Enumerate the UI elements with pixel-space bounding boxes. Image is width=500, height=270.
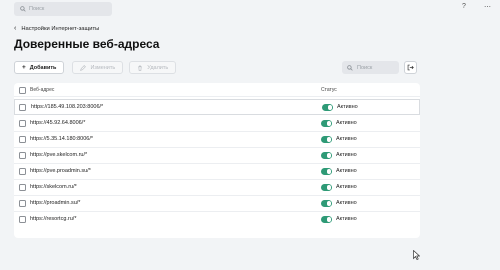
- row-url: https://5.35.14.180:8006/*: [30, 136, 93, 142]
- delete-button-label: Удалить: [147, 64, 169, 71]
- row-url: https://pve.proadmin.su/*: [30, 168, 91, 174]
- add-button[interactable]: + Добавить: [14, 61, 65, 74]
- row-status: Активно: [336, 136, 357, 142]
- row-checkbox[interactable]: [19, 216, 26, 223]
- column-header-status: Статус: [321, 87, 337, 93]
- table-row[interactable]: https://skelcom.ru/* Активно: [14, 180, 420, 196]
- delete-button[interactable]: Удалить: [129, 61, 177, 74]
- back-link[interactable]: ‹ Настройки Интернет-защиты: [14, 25, 99, 32]
- row-url: https://proadmin.su/*: [30, 200, 81, 206]
- top-bar: Поиск ? ⋯: [0, 0, 500, 18]
- search-icon: [20, 6, 26, 12]
- row-status: Активно: [336, 152, 357, 158]
- table-search-placeholder: Поиск: [357, 64, 373, 71]
- table-row[interactable]: https://185.49.108.203:8006/* Активно: [14, 99, 420, 115]
- table-row[interactable]: https://5.35.14.180:8006/* Активно: [14, 132, 420, 148]
- status-toggle[interactable]: [321, 200, 332, 207]
- table-header: Веб-адрес Статус: [14, 83, 420, 97]
- toolbar: + Добавить Изменить Удалить: [14, 61, 177, 74]
- row-status: Активно: [336, 184, 357, 190]
- search-icon: [347, 64, 353, 71]
- global-search-input[interactable]: Поиск: [14, 2, 112, 16]
- column-header-url: Веб-адрес: [30, 87, 55, 93]
- row-url: https://45.92.64.8006/*: [30, 120, 86, 126]
- row-url: https://skelcom.ru/*: [30, 184, 77, 190]
- row-checkbox[interactable]: [19, 200, 26, 207]
- back-link-label: Настройки Интернет-защиты: [21, 25, 100, 32]
- back-chevron-icon: ‹: [14, 25, 17, 32]
- trash-icon: [138, 65, 143, 71]
- add-button-label: Добавить: [29, 64, 57, 71]
- table-row[interactable]: https://pve.skelcom.ru/* Активно: [14, 148, 420, 164]
- addresses-table: Веб-адрес Статус https://185.49.108.203:…: [14, 83, 420, 238]
- row-url: https://185.49.108.203:8006/*: [31, 104, 104, 110]
- table-row[interactable]: https://pve.proadmin.su/* Активно: [14, 164, 420, 180]
- more-icon[interactable]: ⋯: [484, 3, 491, 11]
- plus-icon: +: [22, 64, 26, 71]
- select-all-checkbox[interactable]: [19, 86, 26, 94]
- row-url: https://resortcg.ru/*: [30, 216, 77, 222]
- row-checkbox[interactable]: [19, 168, 26, 175]
- status-toggle[interactable]: [321, 216, 332, 223]
- cursor-icon: [413, 250, 420, 260]
- status-toggle[interactable]: [321, 168, 332, 175]
- row-url: https://pve.skelcom.ru/*: [30, 152, 88, 158]
- status-toggle[interactable]: [321, 184, 332, 191]
- global-search-placeholder: Поиск: [29, 6, 45, 12]
- edit-button-label: Изменить: [90, 64, 116, 71]
- row-status: Активно: [336, 168, 357, 174]
- status-toggle[interactable]: [321, 136, 332, 143]
- row-checkbox[interactable]: [19, 136, 26, 143]
- status-toggle[interactable]: [321, 152, 332, 159]
- status-toggle[interactable]: [321, 120, 332, 127]
- export-button[interactable]: [404, 61, 417, 74]
- row-status: Активно: [336, 216, 357, 222]
- table-row[interactable]: https://resortcg.ru/* Активно: [14, 212, 420, 228]
- table-row[interactable]: https://proadmin.su/* Активно: [14, 196, 420, 212]
- row-status: Активно: [336, 200, 357, 206]
- row-checkbox[interactable]: [19, 120, 26, 127]
- help-icon[interactable]: ?: [462, 3, 466, 10]
- row-checkbox[interactable]: [19, 184, 26, 191]
- edit-button[interactable]: Изменить: [72, 61, 124, 74]
- row-status: Активно: [336, 120, 357, 126]
- row-checkbox[interactable]: [19, 103, 26, 111]
- status-toggle[interactable]: [322, 104, 333, 111]
- page-title: Доверенные веб-адреса: [14, 37, 160, 51]
- pencil-icon: [80, 64, 87, 71]
- export-icon: [407, 64, 414, 71]
- table-row[interactable]: https://45.92.64.8006/* Активно: [14, 116, 420, 132]
- row-status: Активно: [337, 104, 358, 110]
- table-search-input[interactable]: Поиск: [342, 61, 399, 74]
- row-checkbox[interactable]: [19, 152, 26, 159]
